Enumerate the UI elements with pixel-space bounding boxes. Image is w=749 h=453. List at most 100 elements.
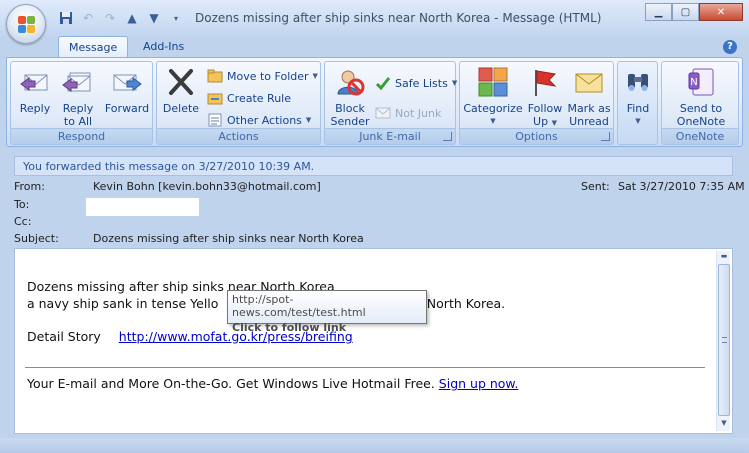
other-actions-icon — [207, 112, 223, 128]
flag-icon — [529, 66, 561, 98]
next-item-icon[interactable]: ▼ — [146, 10, 162, 26]
move-to-folder-label: Move to Folder — [227, 69, 309, 83]
not-junk-label: Not Junk — [395, 106, 442, 120]
reply-icon — [19, 66, 51, 98]
delete-icon — [165, 66, 197, 98]
grip-icon — [722, 337, 727, 343]
block-sender-icon — [334, 66, 366, 98]
options-group-label: Options — [460, 128, 613, 144]
find-label: Find — [626, 102, 650, 115]
sign-up-link[interactable]: Sign up now. — [439, 376, 519, 391]
ribbon-tabs: Message Add-Ins ? — [0, 36, 749, 58]
office-logo-icon — [18, 16, 36, 34]
follow-up-button[interactable]: Follow Up ▼ — [526, 66, 564, 130]
body-line-2-start: a navy ship sank in tense Yello — [27, 296, 219, 311]
follow-up-label-1: Follow — [527, 102, 563, 115]
minimize-button[interactable]: ▁ — [645, 3, 672, 21]
send-to-onenote-button[interactable]: N Send to OneNote — [666, 66, 736, 128]
message-header: From: Kevin Bohn [kevin.bohn33@hotmail.c… — [0, 178, 749, 248]
from-value[interactable]: Kevin Bohn [kevin.bohn33@hotmail.com] — [93, 180, 321, 193]
scrollbar-thumb[interactable] — [718, 264, 730, 416]
delete-button[interactable]: Delete — [161, 66, 201, 115]
footer-text: Your E-mail and More On-the-Go. Get Wind… — [27, 376, 435, 391]
sent-value: Sat 3/27/2010 7:35 AM — [618, 180, 745, 193]
dialog-launcher-icon[interactable] — [443, 132, 452, 141]
create-rule-label: Create Rule — [227, 91, 291, 105]
reply-all-label-2: to All — [63, 115, 93, 128]
mark-as-unread-button[interactable]: Mark as Unread — [567, 66, 611, 128]
chevron-down-icon: ▼ — [551, 119, 557, 127]
send-to-onenote-label-2: OneNote — [676, 115, 726, 128]
safe-lists-label: Safe Lists — [395, 76, 448, 90]
undo-icon[interactable]: ↶ — [80, 10, 96, 26]
categorize-label: Categorize — [463, 102, 523, 115]
group-find: Find ▼ — [617, 61, 658, 145]
previous-item-icon[interactable]: ▲ — [124, 10, 140, 26]
title-bar: ↶ ↷ ▲ ▼ ▾ Dozens missing after ship sink… — [0, 0, 749, 44]
to-field[interactable] — [86, 198, 199, 216]
close-button[interactable]: ✕ — [699, 3, 743, 21]
body-line-2-end: f North Korea. — [418, 296, 506, 311]
office-button[interactable] — [6, 4, 46, 44]
save-icon[interactable] — [58, 10, 74, 26]
categorize-icon — [477, 66, 509, 98]
categorize-button[interactable]: Categorize ▼ — [463, 66, 523, 128]
onenote-group-label: OneNote — [662, 128, 738, 144]
not-junk-button[interactable]: Not Junk — [375, 104, 441, 122]
reply-button[interactable]: Reply — [15, 66, 55, 115]
chevron-down-icon: ▼ — [312, 72, 318, 80]
to-label: To: — [14, 198, 30, 211]
vertical-scrollbar[interactable]: ▬ ▼ — [716, 251, 730, 431]
safe-lists-button[interactable]: Safe Lists ▼ — [375, 74, 457, 92]
actions-group-label: Actions — [157, 128, 320, 144]
dialog-launcher-icon[interactable] — [601, 132, 610, 141]
block-sender-label-2: Sender — [330, 115, 370, 128]
scroll-down-icon[interactable]: ▼ — [718, 419, 730, 430]
reply-all-label-1: Reply — [62, 102, 94, 115]
cc-label: Cc: — [14, 215, 32, 228]
reply-all-button[interactable]: Reply to All — [57, 66, 99, 128]
move-to-folder-button[interactable]: Move to Folder ▼ — [207, 67, 318, 85]
footer-line: Your E-mail and More On-the-Go. Get Wind… — [27, 376, 518, 391]
block-sender-button[interactable]: Block Sender — [329, 66, 371, 128]
scroll-up-icon[interactable]: ▬ — [718, 252, 730, 263]
forward-button[interactable]: Forward — [103, 66, 151, 115]
reply-label: Reply — [19, 102, 51, 115]
redo-icon[interactable]: ↷ — [102, 10, 118, 26]
detail-story-label: Detail Story — [27, 329, 101, 344]
subject-label: Subject: — [14, 232, 59, 245]
not-junk-icon — [375, 105, 391, 121]
onenote-icon: N — [685, 66, 717, 98]
reply-all-icon — [62, 66, 94, 98]
group-respond: Reply Reply to All Forward Respond — [10, 61, 153, 145]
other-actions-label: Other Actions — [227, 113, 302, 127]
group-junk-email: Block Sender Safe Lists ▼ Not Junk Junk E… — [324, 61, 457, 145]
create-rule-button[interactable]: Create Rule — [207, 89, 291, 107]
from-label: From: — [14, 180, 45, 193]
delete-label: Delete — [162, 102, 200, 115]
send-to-onenote-label-1: Send to — [679, 102, 723, 115]
chevron-down-icon: ▼ — [451, 79, 458, 87]
forward-label: Forward — [104, 102, 150, 115]
window-bottom-frame — [0, 438, 749, 453]
other-actions-button[interactable]: Other Actions ▼ — [207, 111, 311, 129]
maximize-button[interactable]: ▢ — [672, 3, 699, 21]
help-icon[interactable]: ? — [723, 40, 737, 54]
customize-qat-icon[interactable]: ▾ — [168, 10, 184, 26]
find-button[interactable]: Find ▼ — [620, 66, 656, 128]
mark-unread-label-2: Unread — [569, 115, 609, 128]
tooltip-url: http://spot-news.com/test/test.html — [232, 293, 366, 319]
tab-add-ins[interactable]: Add-Ins — [133, 36, 194, 58]
chevron-down-icon: ▼ — [305, 116, 312, 124]
group-actions: Delete Move to Folder ▼ Create Rule Other… — [156, 61, 321, 145]
tab-message[interactable]: Message — [58, 36, 129, 58]
create-rule-icon — [207, 90, 223, 106]
chevron-down-icon: ▼ — [490, 117, 496, 125]
info-bar: You forwarded this message on 3/27/2010 … — [14, 156, 733, 176]
chevron-down-icon: ▼ — [635, 117, 641, 125]
message-body[interactable]: Dozens missing after ship sinks near Nor… — [14, 248, 733, 434]
move-folder-icon — [207, 68, 223, 84]
mark-unread-icon — [573, 66, 605, 98]
window-controls: ▁ ▢ ✕ — [645, 3, 743, 21]
divider — [25, 367, 705, 368]
